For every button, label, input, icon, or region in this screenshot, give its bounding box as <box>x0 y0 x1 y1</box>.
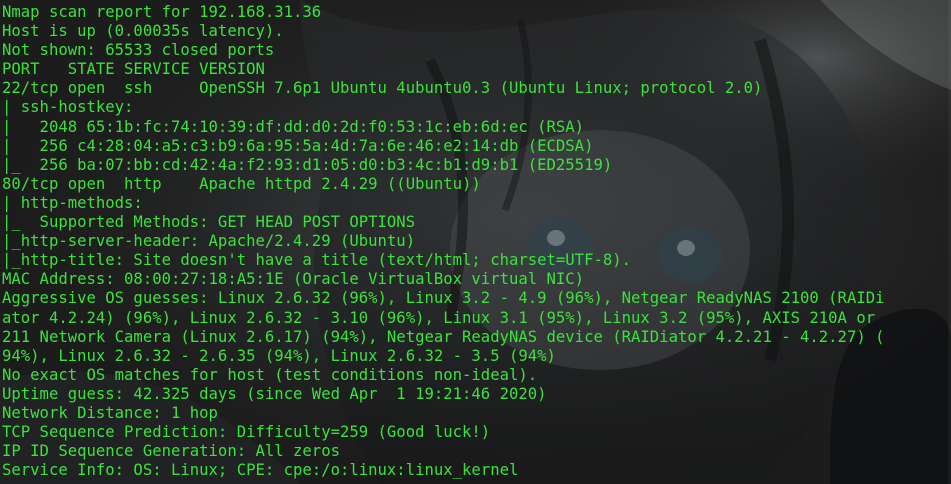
output-line: Host is up (0.00035s latency). <box>2 22 284 41</box>
output-line: Service Info: OS: Linux; CPE: cpe:/o:lin… <box>2 461 519 480</box>
output-line: | 256 c4:28:04:a5:c3:b9:6a:95:5a:4d:7a:6… <box>2 136 594 155</box>
output-line: TCP Sequence Prediction: Difficulty=259 … <box>2 423 491 442</box>
output-line: IP ID Sequence Generation: All zeros <box>2 442 340 461</box>
output-line: 22/tcp open ssh OpenSSH 7.6p1 Ubuntu 4ub… <box>2 79 763 98</box>
output-line: Network Distance: 1 hop <box>2 403 218 422</box>
output-line: | http-methods: <box>2 193 143 212</box>
terminal-window[interactable]: Nmap scan report for 192.168.31.36 Host i… <box>0 0 951 484</box>
output-line: | ssh-hostkey: <box>2 98 134 117</box>
output-line: Aggressive OS guesses: Linux 2.6.32 (96%… <box>2 289 885 308</box>
output-line: | 2048 65:1b:fc:74:10:39:df:dd:d0:2d:f0:… <box>2 117 585 136</box>
output-line: 80/tcp open http Apache httpd 2.4.29 ((U… <box>2 174 481 193</box>
output-line: ator 4.2.24) (96%), Linux 2.6.32 - 3.10 … <box>2 308 876 327</box>
output-line: No exact OS matches for host (test condi… <box>2 365 538 384</box>
terminal-output[interactable]: Nmap scan report for 192.168.31.36 Host i… <box>2 3 885 480</box>
output-line: |_http-title: Site doesn't have a title … <box>2 251 632 270</box>
output-line: 211 Network Camera (Linux 2.6.17) (94%),… <box>2 327 885 346</box>
output-line: 94%), Linux 2.6.32 - 2.6.35 (94%), Linux… <box>2 346 556 365</box>
output-line: |_ 256 ba:07:bb:cd:42:4a:f2:93:d1:05:d0:… <box>2 155 613 174</box>
output-line: MAC Address: 08:00:27:18:A5:1E (Oracle V… <box>2 270 585 289</box>
output-line: PORT STATE SERVICE VERSION <box>2 60 265 79</box>
output-line: Nmap scan report for 192.168.31.36 <box>2 3 322 21</box>
output-line: Not shown: 65533 closed ports <box>2 41 275 60</box>
output-line: |_http-server-header: Apache/2.4.29 (Ubu… <box>2 232 416 251</box>
output-line: Uptime guess: 42.325 days (since Wed Apr… <box>2 384 547 403</box>
output-line: |_ Supported Methods: GET HEAD POST OPTI… <box>2 213 416 232</box>
